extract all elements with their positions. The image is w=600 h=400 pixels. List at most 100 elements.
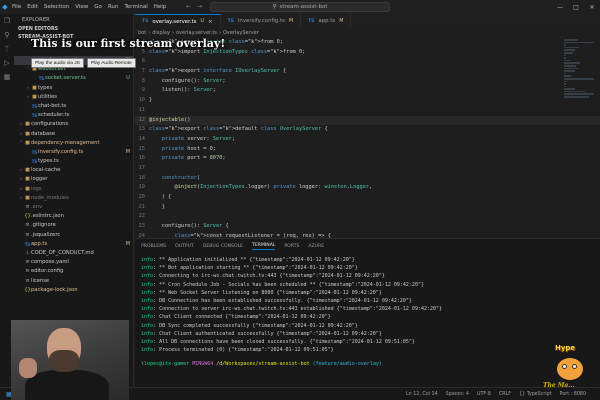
mascot-body	[557, 358, 583, 380]
code-lines: 4 class="k">import winston class="k">from…	[135, 38, 600, 238]
line-number: 23	[138, 223, 145, 230]
terminal[interactable]: info: ** Application initialized ** {"ti…	[135, 253, 600, 368]
close-icon[interactable]: ✕	[584, 0, 600, 14]
minimap-line	[564, 57, 566, 59]
terminal-line: info: Connection to server irc-ws.chat.t…	[141, 305, 600, 313]
minimap-line	[564, 51, 574, 54]
menu-go[interactable]: Go	[94, 4, 102, 10]
tree-item[interactable]: TS inversify.config.ts M	[14, 148, 133, 157]
panel-tab-azure[interactable]: AZURE	[308, 244, 324, 249]
breadcrumb-item[interactable]: bot	[138, 30, 146, 36]
line-number: 22	[138, 213, 145, 220]
code-text: class="k">export interface IOverlayServe…	[149, 68, 287, 75]
panel-tab-terminal[interactable]: TERMINAL	[252, 243, 276, 250]
tree-item[interactable]: › ■ node_modules	[14, 194, 133, 203]
terminal-line: info: ** Application initialized ** {"ti…	[141, 256, 600, 264]
tree-item[interactable]: › ■ types	[14, 84, 133, 93]
breadcrumb-item[interactable]: OverlayServer	[223, 30, 259, 36]
panel-tab-output[interactable]: OUTPUT	[175, 244, 194, 249]
minimize-icon[interactable]: —	[552, 0, 568, 14]
command-center-search[interactable]: ⚲ stream-assist-bot	[210, 2, 390, 12]
tree-item[interactable]: ≡ compose.yaml	[14, 258, 133, 267]
tree-item[interactable]: › ■ database	[14, 130, 133, 139]
maximize-icon[interactable]: □	[568, 0, 584, 14]
code-line: 6	[135, 57, 600, 67]
menu-file[interactable]: File	[12, 4, 21, 10]
tab-overlay-server[interactable]: TS overlay.server.ts U ×	[135, 14, 221, 28]
panel-tab-problems[interactable]: PROBLEMS	[141, 244, 166, 249]
search-icon: ⚲	[272, 4, 277, 10]
code-editor[interactable]: 4 class="k">import winston class="k">from…	[135, 38, 600, 238]
tree-item[interactable]: ↓ CODE_OF_CONDUCT.md	[14, 249, 133, 258]
breadcrumb-item[interactable]: overlay.server.ts	[176, 30, 217, 36]
forward-arrow-icon[interactable]: →	[197, 3, 202, 10]
tree-item[interactable]: › ■ configurations	[14, 120, 133, 129]
command-center-label: stream-assist-bot	[279, 4, 328, 10]
editor-tabs: TS overlay.server.ts U × TS inversify.co…	[135, 14, 600, 28]
panel-tab-ports[interactable]: PORTS	[284, 244, 299, 249]
status-item[interactable]: UTF-8	[477, 392, 491, 397]
status-item[interactable]: Ln 12, Col 14	[406, 392, 438, 397]
tree-item[interactable]: ˅ ■ dependency-management	[14, 139, 133, 148]
typescript-file-icon: TS	[31, 159, 38, 165]
tree-item-label: compose.yaml	[31, 259, 69, 266]
code-line: 13 class="k">export class="k">default cla…	[135, 125, 600, 135]
tree-item-label: node_modules	[31, 194, 69, 201]
folder-icon: ■	[25, 194, 30, 201]
folder-icon: ■	[32, 84, 37, 91]
tree-item[interactable]: › ■ logs	[14, 185, 133, 194]
tree-item[interactable]: ≡ license	[14, 277, 133, 286]
source-control-icon[interactable]: ᛉ	[0, 42, 14, 56]
explorer-icon[interactable]: ❐	[0, 14, 14, 28]
tree-item[interactable]: TS socket.server.ts U	[14, 74, 133, 83]
menu-edit[interactable]: Edit	[27, 4, 38, 10]
tree-item[interactable]: › ■ utilities	[14, 93, 133, 102]
folder-icon: ■	[25, 121, 30, 128]
tree-item[interactable]: › ■ local-cache	[14, 166, 133, 175]
minimap-line	[564, 39, 578, 41]
status-item[interactable]: CRLF	[499, 392, 511, 397]
menu-run[interactable]: Run	[108, 4, 119, 10]
log-level: info	[141, 314, 154, 321]
menu-help[interactable]: Help	[154, 4, 167, 10]
tree-item[interactable]: {} package-lock.json	[14, 286, 133, 295]
tree-item[interactable]: TS app.ts M	[14, 240, 133, 249]
status-item[interactable]: Spaces: 4	[446, 392, 469, 397]
code-text: @inject(InjectionTypes.logger) private l…	[174, 184, 373, 191]
run-debug-icon[interactable]: ▷	[0, 56, 14, 70]
terminal-prompt: tlopes@itx-gamer MINGW64 /d/Workspaces/s…	[141, 360, 600, 368]
tree-item[interactable]: {} .eslintrc.json	[14, 212, 133, 221]
close-icon[interactable]: ×	[208, 19, 213, 25]
tree-item[interactable]: ≡ editor.config	[14, 267, 133, 276]
minimap[interactable]	[564, 38, 594, 238]
tree-item[interactable]: TS scheduler.ts	[14, 111, 133, 120]
text-file-icon: ≡	[25, 204, 30, 210]
tree-item[interactable]: ≡ .jsqualizerc	[14, 231, 133, 240]
tree-item-label: license	[31, 277, 50, 284]
search-icon[interactable]: ⚲	[0, 28, 14, 42]
tab-app[interactable]: TS app.ts M	[301, 14, 352, 28]
play-audio-remote-button[interactable]: Play Audio Remote	[86, 58, 136, 68]
tab-inversify-config[interactable]: TS inversify.config.ts M	[221, 14, 302, 28]
tree-item[interactable]: ≡ .env	[14, 203, 133, 212]
menu-view[interactable]: View	[75, 4, 88, 10]
tab-label: app.ts	[318, 18, 336, 24]
tree-item[interactable]: TS chat-bot.ts	[14, 102, 133, 111]
tab-status: U	[200, 19, 204, 24]
typescript-file-icon: TS	[31, 103, 38, 109]
panel-tab-debug-console[interactable]: DEBUG CONSOLE	[203, 244, 243, 249]
tree-item[interactable]: › ■ logger	[14, 175, 133, 184]
line-number: 14	[138, 135, 145, 142]
log-level: info	[141, 338, 154, 345]
tree-item[interactable]: ≡ .gitignore	[14, 221, 133, 230]
extensions-icon[interactable]: ▦	[0, 70, 14, 84]
play-audio-js-button[interactable]: Play the audio via JS	[31, 58, 84, 68]
menu-terminal[interactable]: Terminal	[124, 4, 147, 10]
text-file-icon: ≡	[25, 259, 30, 266]
log-level: info	[141, 265, 154, 272]
breadcrumb-item[interactable]: display	[152, 30, 170, 36]
menu-selection[interactable]: Selection	[44, 4, 69, 10]
back-arrow-icon[interactable]: ←	[186, 3, 191, 10]
open-editors-section[interactable]: OPEN EDITORS	[14, 26, 133, 34]
tree-item[interactable]: TS types.ts	[14, 157, 133, 166]
